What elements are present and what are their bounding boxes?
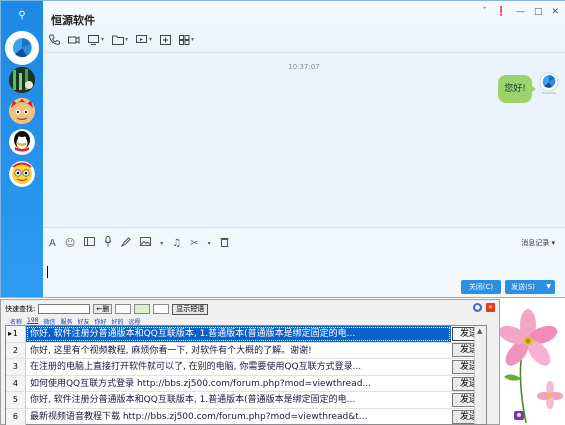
message-area: 10:37:07 您好!: [43, 54, 565, 227]
screen: ⚲ 恒源软件 ˇ ❗ — □ ✕ ▾ ▾ ▾ ▾ 10:37:07 您好! A …: [0, 0, 565, 425]
window-controls: ˇ ❗ — □ ✕: [482, 7, 559, 17]
remote-desktop-icon[interactable]: ▾: [136, 34, 152, 45]
contact-avatar-selected[interactable]: [5, 31, 39, 65]
quick-search-label: 快速查找:: [5, 305, 36, 313]
blank-field-2[interactable]: [153, 304, 170, 314]
bubble-tail: [531, 85, 536, 93]
chat-toolbar: ▾ ▾ ▾ ▾: [49, 34, 194, 45]
phrase-row[interactable]: 5 你好, 软件注册分普通版本和QQ互联版本, 1.普通版本(普通版本是绑定固定…: [6, 392, 486, 409]
quick-search-bar: 快速查找: ←删 显示短语: [5, 303, 209, 315]
text-caret: [47, 266, 48, 278]
list-scrollbar[interactable]: ▲: [474, 326, 486, 424]
chat-panel: 恒源软件 ˇ ❗ — □ ✕ ▾ ▾ ▾ ▾ 10:37:07 您好! A ☺ …: [43, 1, 565, 297]
add-member-icon[interactable]: [160, 34, 172, 45]
phrase-text[interactable]: 你好, 这里有个视频教程, 麻烦你看一下, 对软件有个大概的了解。谢谢!: [26, 343, 451, 359]
font-icon[interactable]: A: [49, 238, 56, 249]
close-window-button[interactable]: ✕: [551, 7, 559, 17]
chevron-down-icon[interactable]: ▼: [546, 280, 551, 294]
delete-icon[interactable]: [220, 237, 229, 250]
row-number: 5: [6, 392, 26, 408]
phrase-text[interactable]: 在注册的电脑上直接打开软件就可以了, 在别的电脑, 你需要使用QQ互联方式登录.…: [26, 359, 451, 375]
contact-avatar-2[interactable]: [9, 67, 35, 93]
message-timestamp: 10:37:07: [288, 63, 320, 71]
screen-share-icon[interactable]: ▾: [88, 34, 104, 45]
phrase-list: 1 你好, 软件注册分普通版本和QQ互联版本, 1.普通版本(普通版本是绑定固定…: [5, 325, 487, 425]
phrase-row[interactable]: 2 你好, 这里有个视频教程, 麻烦你看一下, 对软件有个大概的了解。谢谢! 发…: [6, 342, 486, 360]
pen-icon[interactable]: [121, 236, 131, 250]
contact-avatar-5[interactable]: [9, 161, 35, 187]
file-transfer-icon[interactable]: ▾: [112, 35, 128, 45]
apps-grid-icon[interactable]: ▾: [179, 34, 194, 45]
message-bubble: 您好!: [498, 75, 532, 103]
close-button[interactable]: 关闭(C): [461, 280, 501, 294]
close-icon[interactable]: ✕: [486, 303, 495, 312]
settings-icon[interactable]: ●: [473, 303, 482, 312]
emoji-icon[interactable]: ☺: [65, 238, 75, 249]
input-toolbar: A ☺ ▾ ♫ ✂ ▾: [49, 236, 229, 250]
phrase-row[interactable]: 4 如何使用QQ互联方式登录 http://bbs.zj500.com/foru…: [6, 375, 486, 393]
phrase-text[interactable]: 最新视频语音教程下载 http://bbs.zj500.com/forum.ph…: [26, 409, 451, 425]
image-icon[interactable]: [140, 237, 152, 249]
chat-title: 恒源软件: [51, 14, 95, 27]
video-call-icon[interactable]: [68, 35, 80, 45]
maximize-button[interactable]: □: [534, 7, 543, 17]
minimize-button[interactable]: —: [516, 7, 525, 17]
contact-sidebar: ⚲: [1, 1, 43, 297]
quick-search-input[interactable]: [38, 304, 91, 314]
row-number: 4: [6, 375, 26, 392]
image-icon[interactable]: [134, 304, 151, 314]
scroll-up-icon[interactable]: ▲: [477, 327, 482, 335]
phrase-text[interactable]: 如何使用QQ互联方式登录 http://bbs.zj500.com/forum.…: [26, 376, 451, 392]
send-button-label: 发送(S): [511, 283, 535, 291]
message-history-button[interactable]: 消息记录 ▾: [521, 238, 555, 248]
scissors-icon[interactable]: ✂: [190, 238, 198, 249]
phrase-row[interactable]: 1 你好, 软件注册分普通版本和QQ互联版本, 1.普通版本(普通版本是绑定固定…: [6, 326, 486, 343]
music-icon[interactable]: ♫: [172, 238, 181, 249]
search-icon[interactable]: ⚲: [16, 10, 28, 22]
contact-avatar-3[interactable]: [9, 98, 35, 124]
send-button[interactable]: 发送(S) ▼: [505, 280, 555, 294]
row-number: 2: [6, 342, 26, 359]
row-number: 1: [6, 326, 26, 342]
my-avatar[interactable]: [539, 72, 559, 96]
image-dropdown-icon[interactable]: ▾: [160, 240, 163, 247]
chat-titlebar: 恒源软件 ˇ ❗ — □ ✕ ▾ ▾ ▾ ▾: [43, 1, 565, 53]
show-phrases-button[interactable]: 显示短语: [172, 303, 209, 315]
flower-decoration: [500, 299, 565, 425]
phone-icon[interactable]: [49, 34, 60, 45]
qq-chat-window: ⚲ 恒源软件 ˇ ❗ — □ ✕ ▾ ▾ ▾ ▾ 10:37:07 您好! A …: [0, 0, 565, 298]
row-number: 3: [6, 359, 26, 375]
input-area[interactable]: A ☺ ▾ ♫ ✂ ▾ 消息记录 ▾ 关闭(C) 发送(S) ▼: [43, 227, 565, 297]
scissors-dropdown-icon[interactable]: ▾: [208, 240, 211, 247]
quick-panel-controls: ● ✕: [473, 303, 495, 312]
phrase-text[interactable]: 你好, 软件注册分普通版本和QQ互联版本, 1.普通版本(普通版本是绑定固定的电…: [26, 392, 451, 408]
row-number: 6: [6, 408, 26, 425]
quick-reply-panel: 快速查找: ←删 显示短语 ● ✕ 名称 198 微信 服务 好友 你好 好的 …: [0, 299, 500, 425]
chevron-down-icon[interactable]: ˇ: [482, 7, 487, 17]
contact-avatar-4[interactable]: [9, 129, 35, 155]
pin-icon[interactable]: ❗: [496, 7, 507, 17]
blank-field[interactable]: [115, 304, 132, 314]
delete-button[interactable]: ←删: [93, 304, 113, 314]
microphone-icon[interactable]: [104, 236, 112, 250]
phrase-row[interactable]: 6 最新视频语音教程下载 http://bbs.zj500.com/forum.…: [6, 408, 486, 425]
phrase-text[interactable]: 你好, 软件注册分普通版本和QQ互联版本, 1.普通版本(普通版本是绑定固定的电…: [25, 326, 452, 342]
phrase-row[interactable]: 3 在注册的电脑上直接打开软件就可以了, 在别的电脑, 你需要使用QQ互联方式登…: [6, 359, 486, 376]
gif-icon[interactable]: [84, 237, 96, 249]
